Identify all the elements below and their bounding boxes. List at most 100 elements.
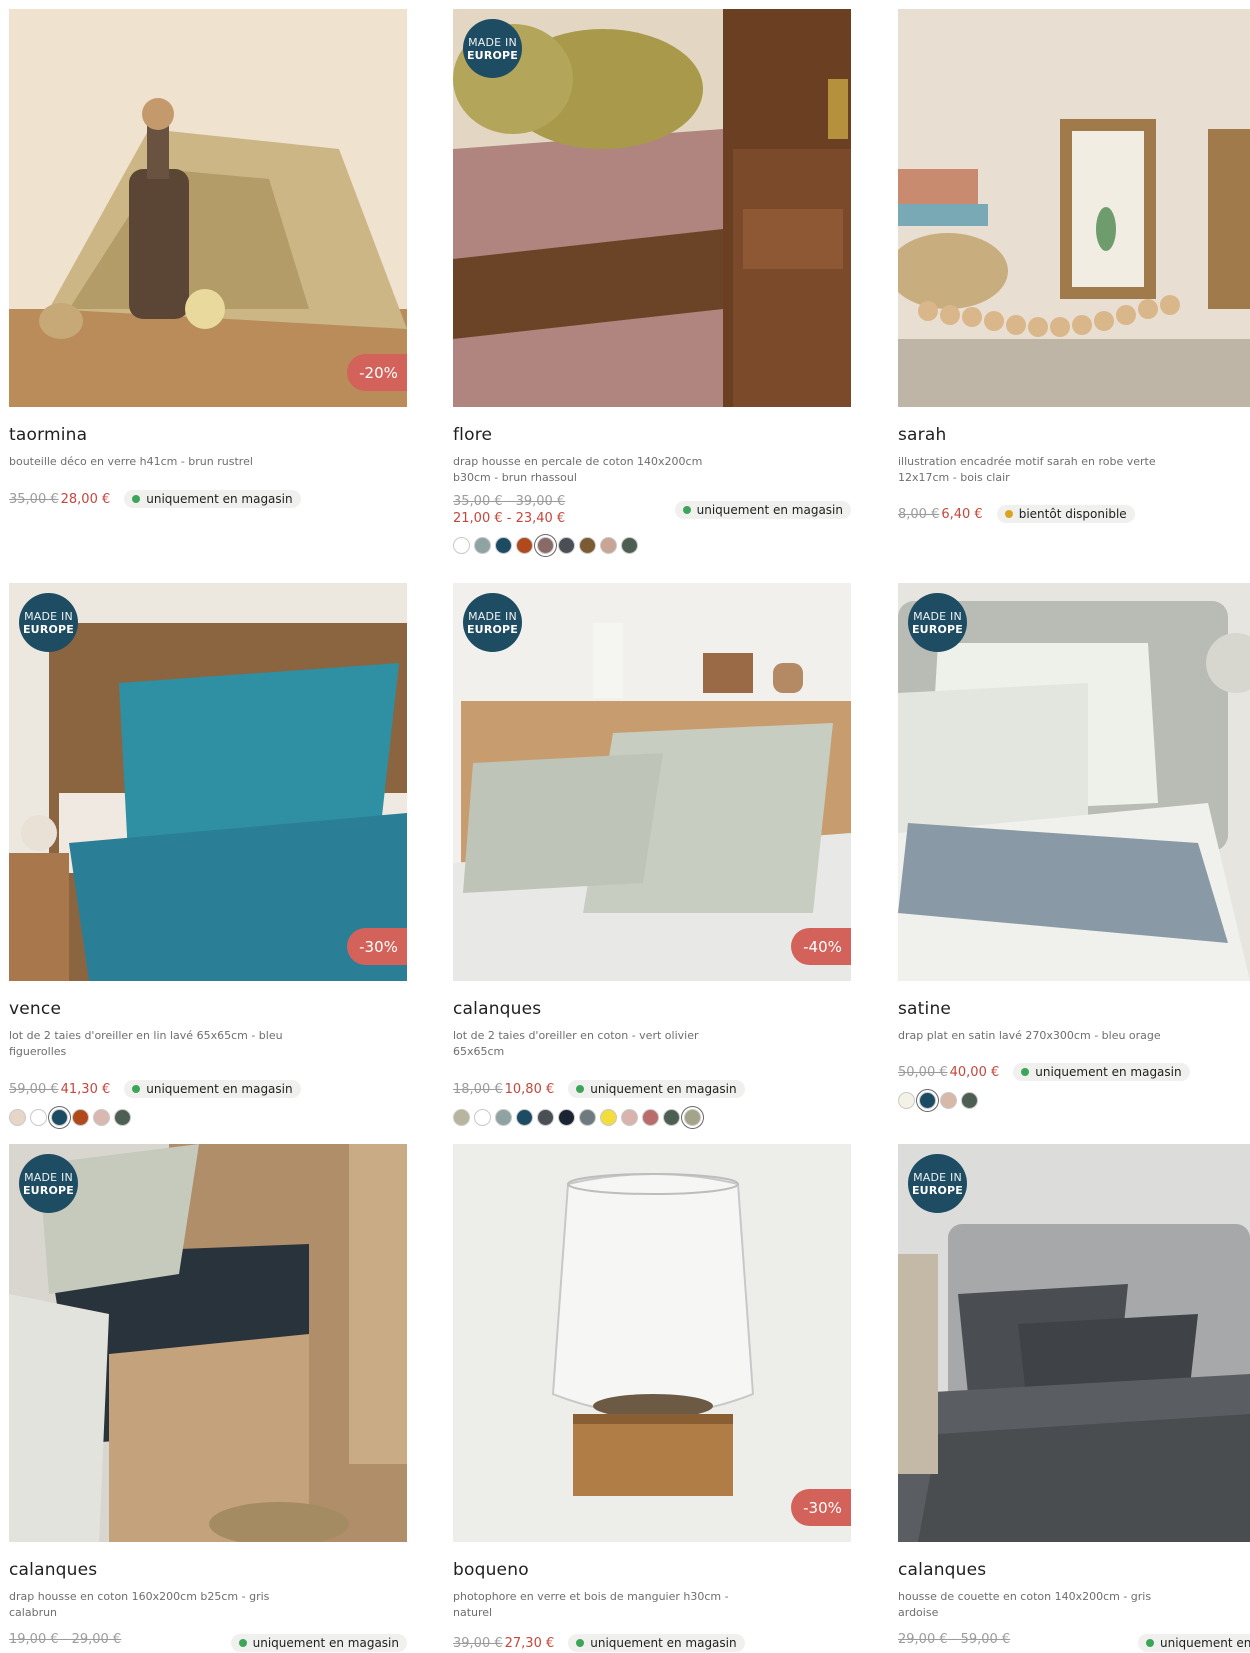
status-dot-icon (132, 495, 141, 503)
price-row: 50,00 € 40,00 € uniquement en magasin (898, 1062, 1250, 1082)
color-swatch[interactable] (9, 1109, 26, 1126)
made-in-europe-badge: MADE IN EUROPE (463, 593, 522, 652)
product-title[interactable]: satine (898, 999, 1250, 1019)
color-swatch[interactable] (537, 537, 554, 554)
availability-badge: uniquement en magasin (230, 1634, 407, 1652)
status-dot-icon (576, 1639, 585, 1647)
product-image[interactable]: -30% (453, 1144, 851, 1542)
availability-badge: uniquement en magasin (568, 1080, 745, 1098)
product-description[interactable]: drap housse en coton 160x200cm b25cm - g… (9, 1589, 299, 1621)
status-dot-icon (132, 1085, 141, 1093)
discount-badge: -40% (791, 928, 851, 965)
product-card[interactable]: sarah illustration encadrée motif sarah … (898, 9, 1250, 524)
price-row: 29,00 € - 59,00 € uniquement en m (898, 1629, 1250, 1652)
color-swatch[interactable] (600, 1109, 617, 1126)
old-price: 18,00 € (453, 1081, 503, 1097)
color-swatch[interactable] (621, 537, 638, 554)
color-swatch[interactable] (51, 1109, 68, 1126)
product-card[interactable]: -20% taormina bouteille déco en verre h4… (9, 9, 407, 509)
product-description[interactable]: drap plat en satin lavé 270x300cm - bleu… (898, 1028, 1188, 1044)
availability-badge: uniquement en magasin (124, 490, 301, 508)
color-swatch[interactable] (600, 537, 617, 554)
product-image[interactable]: -20% (9, 9, 407, 407)
sale-price: 6,40 € (941, 506, 983, 522)
price-row: 39,00 € 27,30 € uniquement en magasin (453, 1633, 851, 1653)
discount-badge: -20% (347, 354, 407, 391)
color-swatch[interactable] (537, 1109, 554, 1126)
product-title[interactable]: calanques (453, 999, 851, 1019)
product-card[interactable]: -30% boqueno photophore en verre et bois… (453, 1144, 851, 1653)
product-description[interactable]: drap housse en percale de coton 140x200c… (453, 454, 743, 486)
sale-price: 28,00 € (60, 491, 111, 507)
color-swatch[interactable] (940, 1092, 957, 1109)
color-swatch[interactable] (474, 537, 491, 554)
product-image[interactable]: MADE IN EUROPE -30% (9, 583, 407, 981)
product-title[interactable]: calanques (9, 1560, 407, 1580)
color-swatch[interactable] (30, 1109, 47, 1126)
color-swatch[interactable] (898, 1092, 915, 1109)
color-swatch[interactable] (919, 1092, 936, 1109)
product-title[interactable]: sarah (898, 425, 1250, 445)
color-swatch[interactable] (642, 1109, 659, 1126)
product-card[interactable]: MADE IN EUROPE -40% calanques lot de 2 ta… (453, 583, 851, 1126)
product-card[interactable]: MADE IN EUROPE satine drap plat en satin … (898, 583, 1250, 1109)
availability-badge: uniquement en magasin (1013, 1063, 1190, 1081)
color-swatch[interactable] (495, 1109, 512, 1126)
product-title[interactable]: calanques (898, 1560, 1250, 1580)
product-card[interactable]: MADE IN EUROPE calanques housse de couett… (898, 1144, 1250, 1652)
product-card[interactable]: MADE IN EUROPE calanques drap housse en c… (9, 1144, 407, 1652)
product-title[interactable]: flore (453, 425, 851, 445)
color-swatch[interactable] (558, 1109, 575, 1126)
made-in-europe-badge: MADE IN EUROPE (19, 593, 78, 652)
product-card[interactable]: MADE IN EUROPE flore drap housse en perca… (453, 9, 851, 554)
color-swatch[interactable] (72, 1109, 89, 1126)
color-swatch[interactable] (663, 1109, 680, 1126)
color-swatch[interactable] (684, 1109, 701, 1126)
product-description[interactable]: bouteille déco en verre h41cm - brun rus… (9, 454, 299, 470)
product-image[interactable] (898, 9, 1250, 407)
color-swatch[interactable] (579, 537, 596, 554)
price-row: 59,00 € 41,30 € uniquement en magasin (9, 1079, 407, 1099)
product-title[interactable]: boqueno (453, 1560, 851, 1580)
product-description[interactable]: lot de 2 taies d'oreiller en coton - ver… (453, 1028, 743, 1060)
product-description[interactable]: housse de couette en coton 140x200cm - g… (898, 1589, 1188, 1621)
color-swatch[interactable] (474, 1109, 491, 1126)
price-row: 8,00 € 6,40 € bientôt disponible (898, 504, 1250, 524)
product-description[interactable]: illustration encadrée motif sarah en rob… (898, 454, 1188, 486)
color-swatch[interactable] (114, 1109, 131, 1126)
price-row: 35,00 € 28,00 € uniquement en magasin (9, 489, 407, 509)
made-in-europe-badge: MADE IN EUROPE (463, 19, 522, 78)
color-swatch[interactable] (516, 537, 533, 554)
product-photo (9, 9, 407, 407)
color-swatch[interactable] (961, 1092, 978, 1109)
availability-badge: uniquement en magasin (674, 501, 851, 519)
old-price: 39,00 € (453, 1635, 503, 1651)
product-description[interactable]: photophore en verre et bois de manguier … (453, 1589, 743, 1621)
old-price: 35,00 € - 39,00 € (453, 494, 566, 509)
product-image[interactable]: MADE IN EUROPE (898, 1144, 1250, 1542)
product-image[interactable]: MADE IN EUROPE (898, 583, 1250, 981)
old-price: 29,00 € - 59,00 € (898, 1631, 1011, 1647)
color-swatches (898, 1092, 1250, 1109)
color-swatch[interactable] (558, 537, 575, 554)
color-swatch[interactable] (453, 1109, 470, 1126)
product-image[interactable]: MADE IN EUROPE (9, 1144, 407, 1542)
color-swatch[interactable] (579, 1109, 596, 1126)
product-title[interactable]: taormina (9, 425, 407, 445)
product-image[interactable]: MADE IN EUROPE -40% (453, 583, 851, 981)
made-in-europe-badge: MADE IN EUROPE (908, 593, 967, 652)
color-swatch[interactable] (453, 537, 470, 554)
status-dot-icon (682, 506, 691, 514)
product-description[interactable]: lot de 2 taies d'oreiller en lin lavé 65… (9, 1028, 299, 1060)
status-dot-icon (238, 1639, 247, 1647)
color-swatches (453, 1109, 851, 1126)
color-swatch[interactable] (495, 537, 512, 554)
color-swatch[interactable] (93, 1109, 110, 1126)
product-title[interactable]: vence (9, 999, 407, 1019)
status-dot-icon (1146, 1639, 1154, 1647)
product-card[interactable]: MADE IN EUROPE -30% vence lot de 2 taies … (9, 583, 407, 1126)
color-swatch[interactable] (516, 1109, 533, 1126)
product-image[interactable]: MADE IN EUROPE (453, 9, 851, 407)
status-dot-icon (1004, 510, 1013, 518)
color-swatch[interactable] (621, 1109, 638, 1126)
